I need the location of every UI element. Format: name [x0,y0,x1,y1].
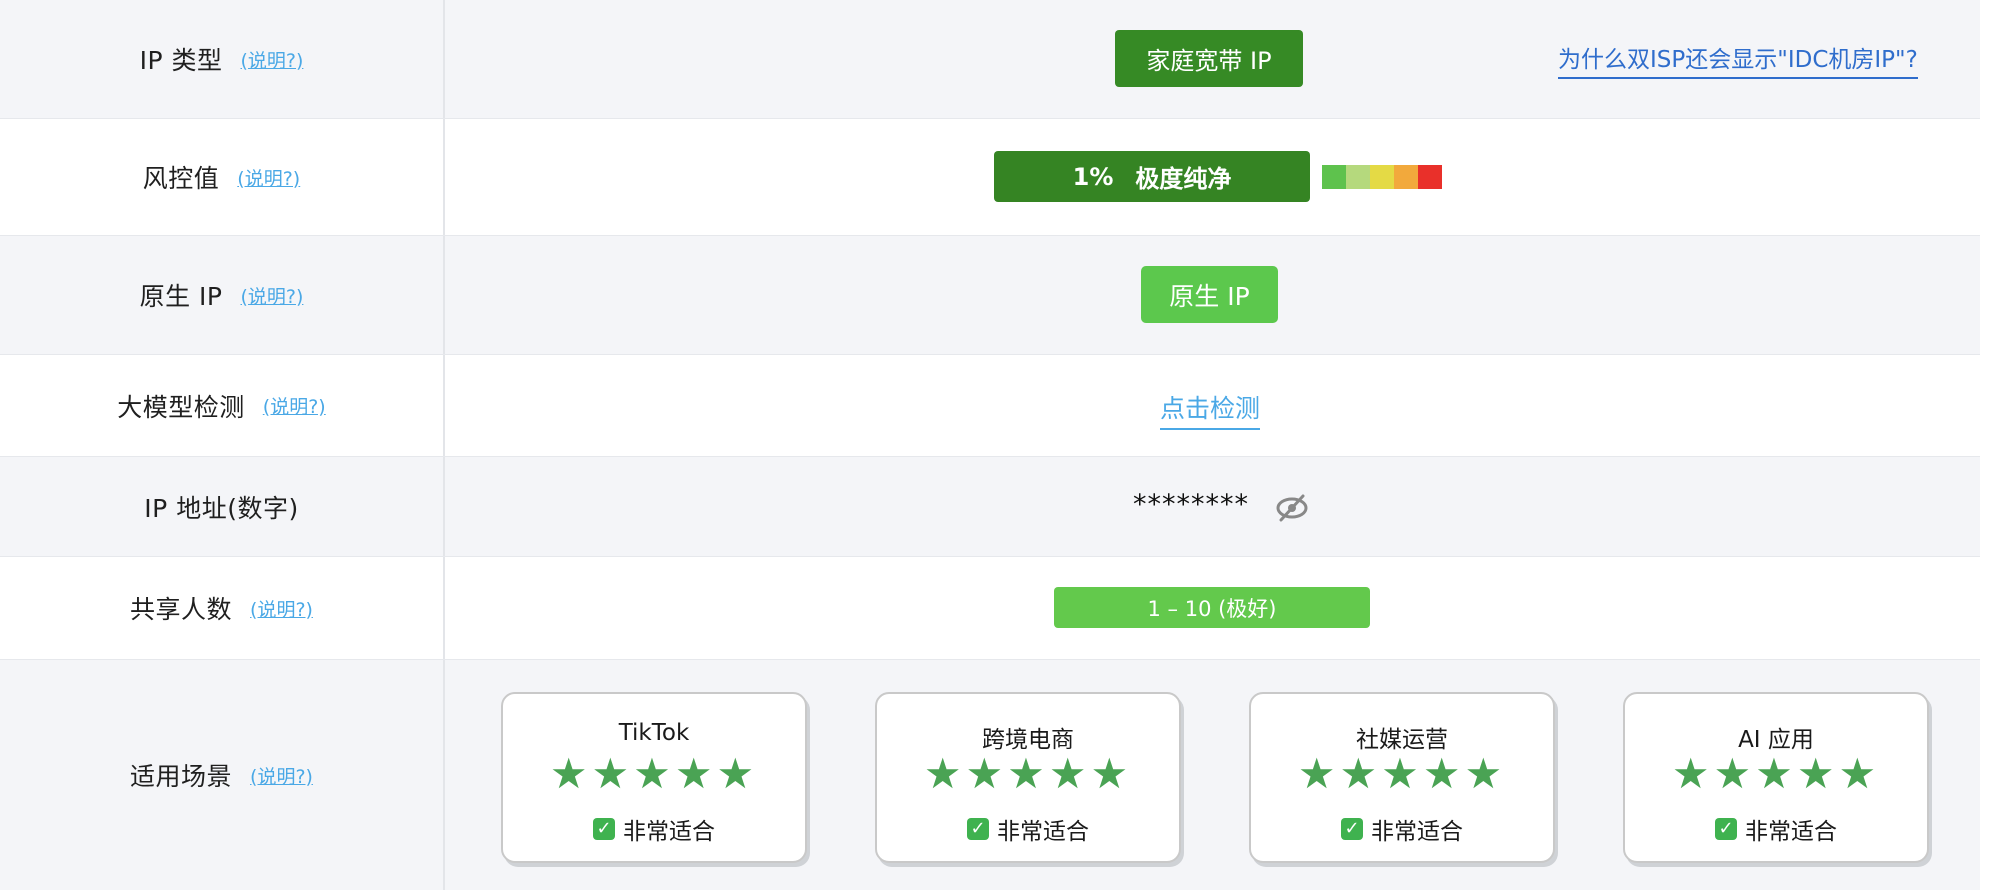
risk-level: 极度纯净 [1135,165,1232,193]
value-cell: TikTok ★★★★★ ✓ 非常适合 跨境电商 ★★★★★ ✓ 非常适合 社媒… [445,660,1980,890]
risk-score-badge: 1% 极度纯净 [994,151,1310,202]
label-cell: 风控值 (说明?) [0,119,445,235]
risk-color-scale [1322,165,1442,189]
label-cell: IP 类型 (说明?) [0,0,445,118]
native-ip-badge: 原生 IP [1141,266,1278,323]
risk-percent: 1% [1072,162,1114,191]
label-cell: 共享人数 (说明?) [0,557,445,659]
value-cell: 1 – 10 (极好) [445,557,1980,659]
fit-text: 非常适合 [997,819,1089,845]
fit-text: 非常适合 [1745,819,1837,845]
fit-status: ✓ 非常适合 [1625,812,1927,846]
row-shared-users: 共享人数 (说明?) 1 – 10 (极好) [0,557,1980,660]
value-cell: 家庭宽带 IP 为什么双ISP还会显示"IDC机房IP"? [445,0,1980,118]
use-case-card: AI 应用 ★★★★★ ✓ 非常适合 [1623,692,1929,863]
use-case-card: 跨境电商 ★★★★★ ✓ 非常适合 [875,692,1181,863]
check-icon: ✓ [1715,818,1737,840]
fit-status: ✓ 非常适合 [503,812,805,846]
label-cell: 原生 IP (说明?) [0,236,445,354]
ip-info-table: IP 类型 (说明?) 家庭宽带 IP 为什么双ISP还会显示"IDC机房IP"… [0,0,1980,890]
native-label: 原生 IP [139,282,223,311]
fit-text: 非常适合 [1371,819,1463,845]
fit-text: 非常适合 [623,819,715,845]
scenes-help-link[interactable]: (说明?) [250,762,313,789]
label-cell: 大模型检测 (说明?) [0,355,445,456]
star-rating: ★★★★★ [549,749,759,798]
use-case-title: TikTok [618,720,690,746]
value-cell: ******** [445,457,1980,556]
check-icon: ✓ [593,818,615,840]
row-risk-score: 风控值 (说明?) 1% 极度纯净 [0,119,1980,236]
llm-label: 大模型检测 [117,392,245,422]
row-ip-address: IP 地址(数字) ******** [0,457,1980,557]
masked-ip-value: ******** [1133,489,1249,520]
risk-help-link[interactable]: (说明?) [237,164,300,191]
use-case-card: TikTok ★★★★★ ✓ 非常适合 [501,692,807,863]
risk-scale-segment [1370,165,1394,189]
share-help-link[interactable]: (说明?) [250,595,313,622]
risk-label: 风控值 [142,164,220,193]
risk-scale-segment [1418,165,1442,189]
check-icon: ✓ [1341,818,1363,840]
star-rating: ★★★★★ [1671,749,1881,798]
row-native-ip: 原生 IP (说明?) 原生 IP [0,236,1980,355]
label-cell: 适用场景 (说明?) [0,660,445,890]
star-rating: ★★★★★ [1297,749,1507,798]
llm-help-link[interactable]: (说明?) [263,392,326,419]
row-llm-detection: 大模型检测 (说明?) 点击检测 [0,355,1980,457]
row-ip-type: IP 类型 (说明?) 家庭宽带 IP 为什么双ISP还会显示"IDC机房IP"… [0,0,1980,119]
llm-check-link[interactable]: 点击检测 [1160,389,1261,430]
ip-type-help-link[interactable]: (说明?) [240,46,303,73]
value-cell: 点击检测 [445,355,1980,456]
ip-type-label: IP 类型 [139,46,223,75]
scenes-label: 适用场景 [130,762,233,791]
share-label: 共享人数 [130,595,233,624]
fit-status: ✓ 非常适合 [877,812,1179,846]
check-icon: ✓ [967,818,989,840]
row-use-cases: 适用场景 (说明?) TikTok ★★★★★ ✓ 非常适合 跨境电商 ★★★★… [0,660,1980,890]
use-case-card: 社媒运营 ★★★★★ ✓ 非常适合 [1249,692,1555,863]
value-cell: 1% 极度纯净 [445,119,1980,235]
risk-scale-segment [1346,165,1370,189]
star-rating: ★★★★★ [923,749,1133,798]
ip-address-label: IP 地址(数字) [144,493,299,523]
risk-scale-segment [1322,165,1346,189]
label-cell: IP 地址(数字) [0,457,445,556]
native-help-link[interactable]: (说明?) [240,282,303,309]
ip-type-badge: 家庭宽带 IP [1115,30,1303,87]
shared-users-badge: 1 – 10 (极好) [1054,587,1370,628]
dual-isp-faq-link[interactable]: 为什么双ISP还会显示"IDC机房IP"? [1558,40,1918,79]
value-cell: 原生 IP [445,236,1980,354]
fit-status: ✓ 非常适合 [1251,812,1553,846]
risk-scale-segment [1394,165,1418,189]
eye-off-icon[interactable] [1273,489,1311,527]
